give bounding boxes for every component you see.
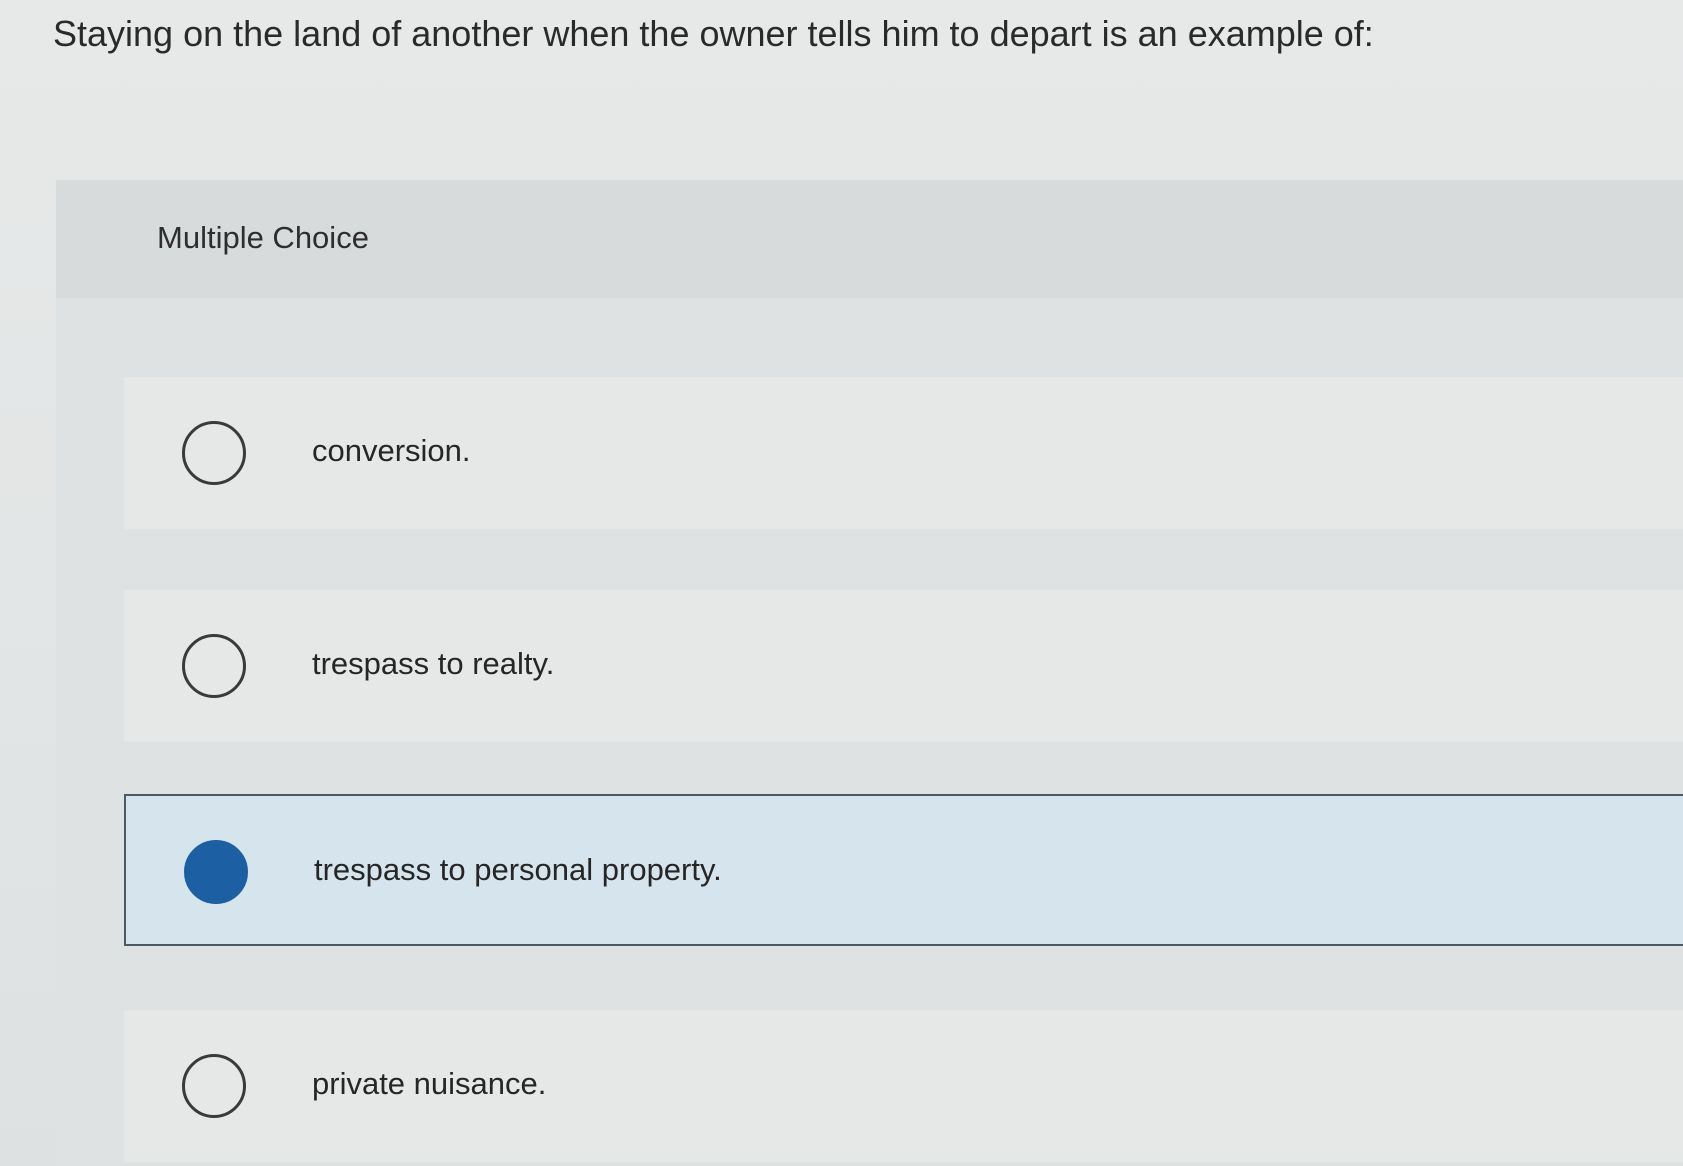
option-label: private nuisance. [312, 1066, 547, 1101]
quiz-page: Staying on the land of another when the … [0, 0, 1683, 1166]
option-trespass-to-personal-property[interactable]: trespass to personal property. [124, 794, 1683, 946]
multiple-choice-panel: Multiple Choice conversion. trespass to … [56, 180, 1683, 1166]
radio-button[interactable] [182, 421, 246, 485]
question-text: Staying on the land of another when the … [53, 13, 1374, 54]
panel-header: Multiple Choice [56, 180, 1683, 298]
radio-button[interactable] [182, 1054, 246, 1118]
option-label: trespass to realty. [312, 646, 555, 681]
option-private-nuisance[interactable]: private nuisance. [124, 1010, 1683, 1162]
panel-header-label: Multiple Choice [157, 220, 369, 255]
option-trespass-to-realty[interactable]: trespass to realty. [124, 590, 1683, 742]
option-label: conversion. [312, 433, 471, 468]
radio-button-selected[interactable] [184, 840, 248, 904]
option-label: trespass to personal property. [314, 852, 722, 887]
option-conversion[interactable]: conversion. [124, 377, 1683, 529]
radio-button[interactable] [182, 634, 246, 698]
